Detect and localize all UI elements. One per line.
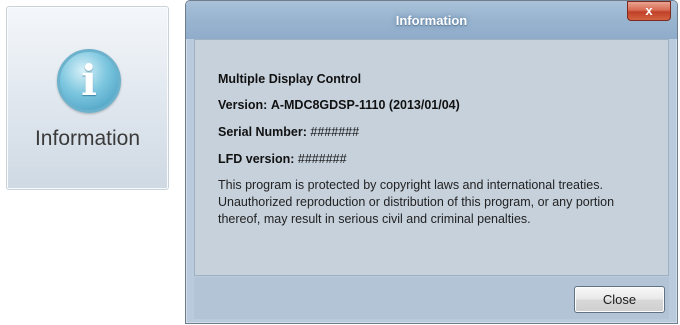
copyright-notice-line: thereof, may result in serious civil and… bbox=[218, 212, 531, 226]
dialog-content: Multiple Display Control Version: A-MDC8… bbox=[194, 39, 669, 276]
dialog-titlebar[interactable]: Information x bbox=[186, 1, 677, 39]
info-icon: i bbox=[57, 49, 121, 113]
version-value: A-MDC8GDSP-1110 (2013/01/04) bbox=[270, 98, 460, 112]
serial-number-row: Serial Number: ####### bbox=[218, 125, 359, 139]
information-tile[interactable]: i Information bbox=[6, 6, 169, 190]
lfd-version-row: LFD version: ####### bbox=[218, 152, 347, 166]
copyright-notice: This program is protected by copyright l… bbox=[218, 177, 668, 228]
product-name: Multiple Display Control bbox=[218, 72, 361, 86]
version-row: Version: A-MDC8GDSP-1110 (2013/01/04) bbox=[218, 98, 460, 112]
product-name-text: Multiple Display Control bbox=[218, 72, 362, 86]
serial-number-value: ####### bbox=[310, 125, 360, 139]
information-tile-label: Information bbox=[34, 127, 141, 150]
lfd-version-label: LFD version: bbox=[218, 152, 295, 166]
close-button[interactable]: Close bbox=[574, 286, 665, 313]
serial-number-label: Serial Number: bbox=[218, 125, 307, 139]
copyright-notice-line: Unauthorized reproduction or distributio… bbox=[218, 195, 615, 209]
version-label: Version: bbox=[218, 98, 268, 112]
info-icon-glyph: i bbox=[81, 56, 97, 105]
dialog-title: Information bbox=[395, 13, 468, 28]
copyright-notice-line: This program is protected by copyright l… bbox=[218, 178, 603, 192]
lfd-version-value: ####### bbox=[297, 152, 347, 166]
information-dialog: Information x Multiple Display Control V… bbox=[185, 0, 678, 324]
close-icon[interactable]: x bbox=[627, 1, 671, 21]
